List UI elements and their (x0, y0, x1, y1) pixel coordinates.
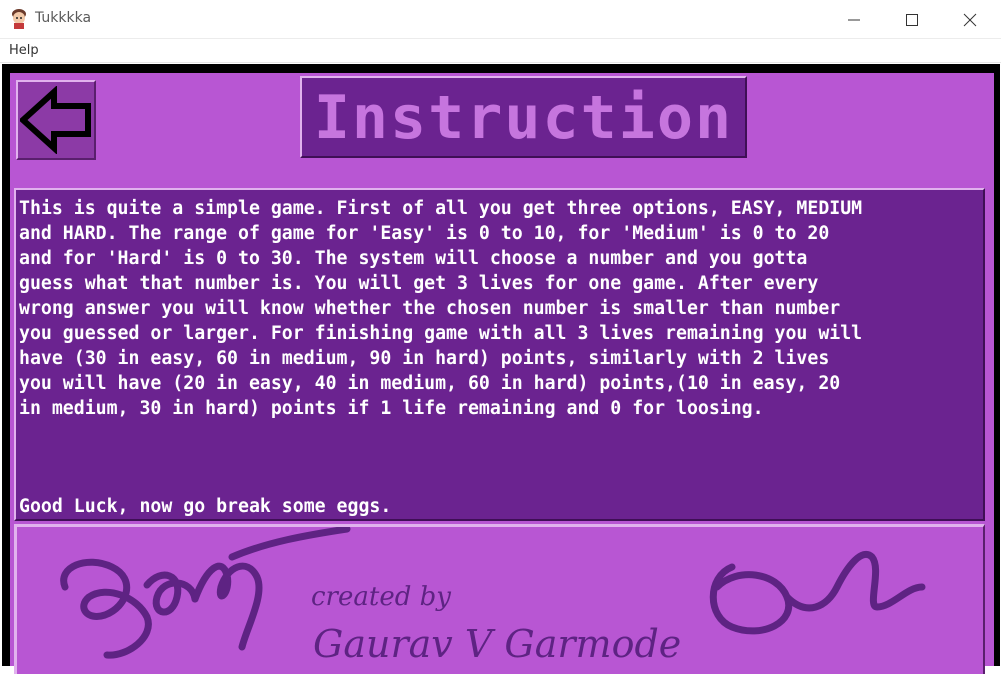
close-button[interactable] (941, 0, 999, 39)
page-title: Instruction (313, 83, 734, 153)
menu-bar: Help (0, 39, 1001, 63)
close-icon (963, 13, 977, 27)
maximize-icon (906, 14, 918, 26)
created-by-label: created by (311, 582, 451, 612)
credits-box: created by Gaurav V Garmode (14, 524, 985, 674)
closing-line: Good Luck, now go break some eggs. (19, 496, 392, 517)
minimize-button[interactable] (825, 0, 883, 39)
menu-item-help[interactable]: Help (9, 43, 39, 58)
left-arrow-icon (20, 86, 91, 154)
title-banner: Instruction (300, 76, 747, 158)
window-title: Tukkkka (35, 10, 92, 26)
instruction-panel: Instruction This is quite a simple game.… (10, 73, 994, 674)
instructions-text: This is quite a simple game. First of al… (19, 198, 863, 419)
main-frame: Instruction This is quite a simple game.… (2, 64, 1000, 674)
girl-avatar-icon (9, 8, 29, 30)
author-name: Gaurav V Garmode (313, 622, 682, 666)
minimize-icon (848, 19, 860, 21)
back-button[interactable] (16, 80, 96, 160)
instructions-box: This is quite a simple game. First of al… (14, 188, 985, 521)
window-titlebar: Tukkkka (0, 0, 1001, 39)
maximize-button[interactable] (883, 0, 941, 39)
